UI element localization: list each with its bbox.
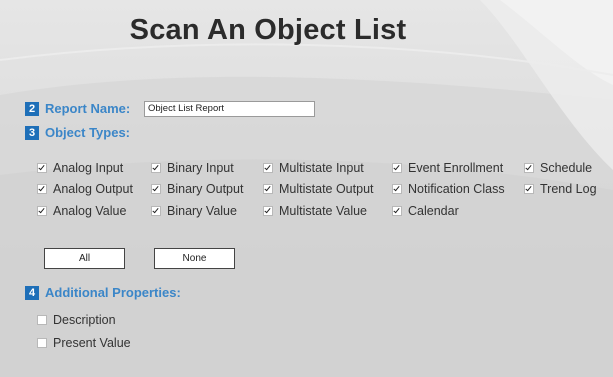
report-name-input[interactable]: Object List Report bbox=[144, 101, 315, 117]
checkbox-checked-icon[interactable] bbox=[263, 163, 273, 173]
checkbox-checked-icon[interactable] bbox=[37, 206, 47, 216]
additional-property-label: Description bbox=[53, 313, 116, 327]
object-type-label: Analog Input bbox=[53, 161, 124, 175]
checkbox-checked-icon[interactable] bbox=[263, 184, 273, 194]
additional-property-label: Present Value bbox=[53, 336, 131, 350]
object-types-label: Object Types: bbox=[45, 125, 131, 140]
object-type-label: Binary Input bbox=[167, 161, 234, 175]
checkbox-checked-icon[interactable] bbox=[524, 184, 534, 194]
object-types-section: 3 Object Types: bbox=[25, 125, 130, 140]
additional-property-checkbox[interactable]: Present Value bbox=[37, 336, 131, 350]
object-type-label: Analog Value bbox=[53, 204, 127, 218]
additional-properties-section: 4 Additional Properties: bbox=[25, 285, 181, 300]
checkbox-checked-icon[interactable] bbox=[37, 184, 47, 194]
object-type-label: Multistate Input bbox=[279, 161, 364, 175]
report-name-section: 2 Report Name: bbox=[25, 101, 130, 116]
checkbox-checked-icon[interactable] bbox=[392, 184, 402, 194]
object-type-label: Event Enrollment bbox=[408, 161, 504, 175]
step-number-badge: 4 bbox=[25, 285, 39, 300]
select-all-button[interactable]: All bbox=[44, 248, 125, 269]
checkbox-checked-icon[interactable] bbox=[524, 163, 534, 173]
object-type-checkbox[interactable]: Trend Log bbox=[524, 182, 597, 196]
object-type-checkbox[interactable]: Multistate Output bbox=[263, 182, 374, 196]
checkbox-checked-icon[interactable] bbox=[151, 163, 161, 173]
object-type-label: Analog Output bbox=[53, 182, 133, 196]
additional-property-checkbox[interactable]: Description bbox=[37, 313, 116, 327]
checkbox-checked-icon[interactable] bbox=[151, 184, 161, 194]
object-type-label: Multistate Output bbox=[279, 182, 374, 196]
object-type-checkbox[interactable]: Calendar bbox=[392, 204, 459, 218]
object-type-label: Schedule bbox=[540, 161, 593, 175]
checkbox-checked-icon[interactable] bbox=[37, 163, 47, 173]
page-title: Scan An Object List bbox=[129, 14, 407, 46]
object-type-label: Multistate Value bbox=[279, 204, 368, 218]
additional-properties-label: Additional Properties: bbox=[45, 285, 181, 300]
object-type-checkbox[interactable]: Notification Class bbox=[392, 182, 505, 196]
step-number-badge: 2 bbox=[25, 101, 39, 116]
checkbox-unchecked-icon[interactable] bbox=[37, 338, 47, 348]
checkbox-checked-icon[interactable] bbox=[151, 206, 161, 216]
object-type-checkbox[interactable]: Binary Value bbox=[151, 204, 237, 218]
object-type-label: Binary Output bbox=[167, 182, 244, 196]
object-type-checkbox[interactable]: Multistate Value bbox=[263, 204, 367, 218]
object-type-checkbox[interactable]: Analog Output bbox=[37, 182, 133, 196]
object-type-checkbox[interactable]: Binary Input bbox=[151, 161, 234, 175]
object-type-checkbox[interactable]: Analog Value bbox=[37, 204, 126, 218]
object-type-label: Calendar bbox=[408, 204, 459, 218]
object-type-checkbox[interactable]: Schedule bbox=[524, 161, 592, 175]
object-type-label: Notification Class bbox=[408, 182, 505, 196]
select-none-button[interactable]: None bbox=[154, 248, 235, 269]
checkbox-unchecked-icon[interactable] bbox=[37, 315, 47, 325]
object-type-checkbox[interactable]: Binary Output bbox=[151, 182, 243, 196]
object-type-checkbox[interactable]: Multistate Input bbox=[263, 161, 364, 175]
checkbox-checked-icon[interactable] bbox=[263, 206, 273, 216]
object-type-checkbox[interactable]: Event Enrollment bbox=[392, 161, 503, 175]
step-number-badge: 3 bbox=[25, 125, 39, 140]
object-type-label: Trend Log bbox=[540, 182, 597, 196]
checkbox-checked-icon[interactable] bbox=[392, 163, 402, 173]
report-name-label: Report Name: bbox=[45, 101, 131, 116]
object-type-checkbox[interactable]: Analog Input bbox=[37, 161, 123, 175]
object-type-label: Binary Value bbox=[167, 204, 237, 218]
checkbox-checked-icon[interactable] bbox=[392, 206, 402, 216]
